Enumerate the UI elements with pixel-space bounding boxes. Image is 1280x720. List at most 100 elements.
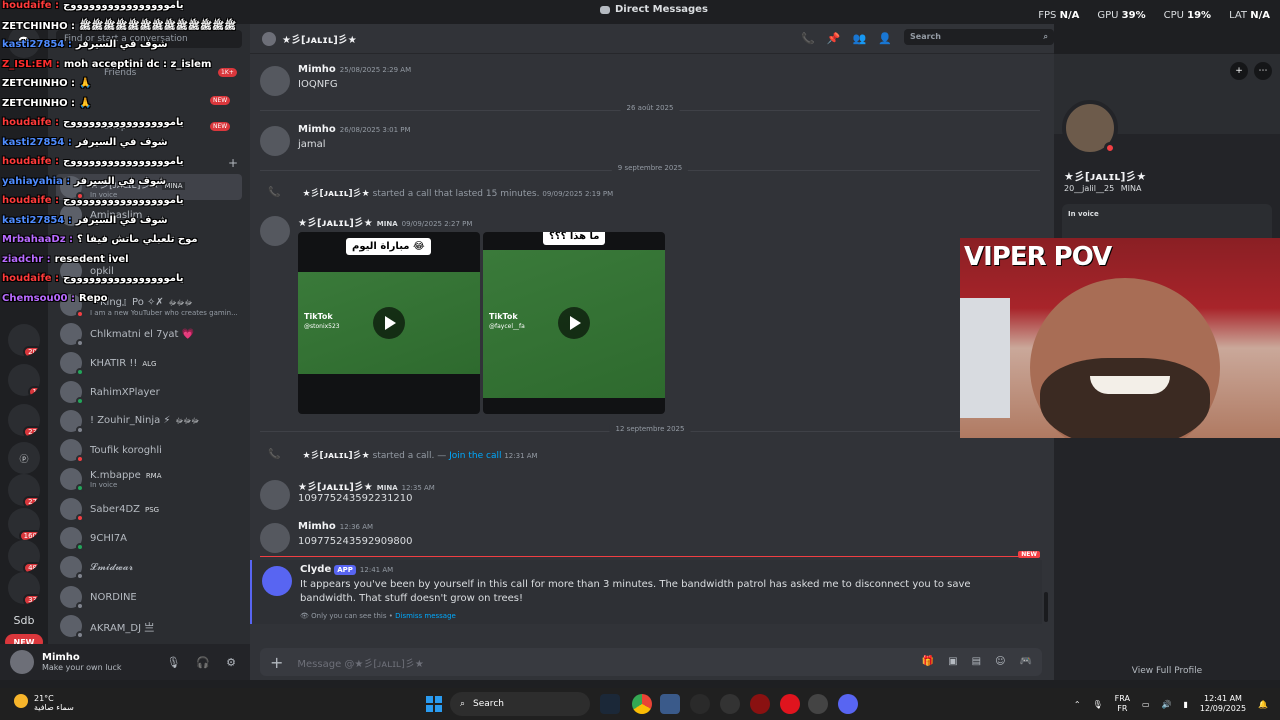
volume-icon[interactable]: 🔊 — [1162, 700, 1172, 709]
opera-gx-icon[interactable] — [750, 694, 770, 714]
discord-taskbar-icon[interactable] — [838, 694, 858, 714]
dm-sidebar: Find or start a conversation Friends 1K+… — [48, 24, 250, 680]
server-icon[interactable]: ⓟ — [8, 442, 40, 474]
server-icon[interactable]: 48 — [8, 540, 40, 572]
user-profile-icon[interactable]: 👤 — [878, 32, 892, 45]
avatar[interactable] — [260, 480, 290, 510]
profile-avatar[interactable] — [1062, 100, 1118, 156]
language-indicator[interactable]: FRA FR — [1115, 694, 1130, 714]
avatar — [262, 31, 276, 46]
home-button[interactable]: 💬 — [8, 26, 40, 58]
dm-item[interactable]: Saber4DZ PSG — [56, 496, 242, 522]
avatar[interactable] — [260, 126, 290, 156]
dm-item[interactable]: NORDINE — [56, 584, 242, 610]
dm-item[interactable]: RahimXPlayer — [56, 379, 242, 405]
play-icon[interactable] — [373, 307, 405, 339]
server-icon[interactable]: 20 — [8, 324, 40, 356]
dm-item[interactable]: K.mbappe RMA In voice — [56, 466, 242, 492]
date-divider: 26 août 2025 — [260, 104, 1040, 112]
server-icon[interactable]: 160 — [8, 508, 40, 540]
weather-sun-icon — [14, 694, 28, 708]
server-icon[interactable]: 23 — [8, 404, 40, 436]
opera-icon[interactable] — [780, 694, 800, 714]
join-call-link[interactable]: Join the call — [449, 451, 501, 461]
shop-link[interactable]: Shop — [104, 122, 127, 132]
window-title: Direct Messages — [600, 4, 708, 15]
dm-item[interactable]: 𝓛𝓶𝓲𝓭𝔀𝓪𝓻 — [56, 554, 242, 580]
avatar[interactable] — [260, 66, 290, 96]
server-folder-sdb[interactable]: Sdb — [8, 604, 40, 636]
voice-call-icon[interactable]: 📞 — [801, 32, 815, 45]
avatar[interactable] — [260, 216, 290, 246]
add-attachment-icon[interactable]: + — [270, 653, 283, 672]
avatar — [60, 410, 84, 434]
dm-item[interactable]: Chlkmatni el 7yat 💗 — [56, 321, 242, 347]
chat-area: ★彡[ᴊᴀʟɪʟ]彡★ 📞 📌 👥 👤 Search ⌕ Mimho 25/08/… — [250, 24, 1054, 680]
headphones-icon[interactable]: 🎧 — [196, 656, 210, 669]
video-attachment[interactable]: ما هذا ؟؟؟ TikTok @faycel__fa — [483, 232, 665, 414]
dm-item[interactable]: opkil — [56, 258, 242, 284]
dm-item[interactable]: Aminaslim — [56, 202, 242, 228]
performance-overlay: FPS N/A GPU 39% CPU 19% LAT N/A — [1038, 10, 1270, 21]
chatgpt-icon[interactable] — [690, 694, 710, 714]
weather-widget[interactable]: 21°C سماء صافية — [14, 694, 74, 712]
server-icon[interactable]: 27 — [8, 474, 40, 506]
sticker-icon[interactable]: ▤ — [972, 656, 981, 667]
chrome-icon[interactable] — [632, 694, 652, 714]
windows-start-icon[interactable] — [426, 696, 442, 712]
avatar — [60, 439, 84, 463]
dm-item[interactable]: 『King』Po ✧✗ ﷻﷻﷻ I am a new YouTuber who cr… — [56, 292, 242, 318]
steam-icon[interactable] — [600, 694, 620, 714]
clock[interactable]: 12:41 AM 12/09/2025 — [1200, 694, 1246, 714]
add-dm-icon[interactable]: + — [228, 156, 238, 170]
avatar — [60, 468, 84, 492]
network-icon[interactable]: ▭ — [1142, 700, 1150, 709]
gift-icon[interactable]: 🎁 — [922, 656, 934, 667]
dismiss-message-link[interactable]: Dismiss message — [395, 612, 456, 620]
microphone-icon[interactable]: 🎙 — [1093, 700, 1103, 709]
message: ★彡[ᴊᴀʟɪʟ]彡★ MINA 12:35 AM 1097752435922312… — [260, 478, 1040, 510]
add-friends-icon[interactable]: 👥 — [853, 32, 867, 45]
search-icon: ⌕ — [460, 699, 466, 709]
scrollbar[interactable] — [1044, 592, 1048, 622]
avatar[interactable] — [10, 650, 34, 674]
app-icon[interactable] — [808, 694, 828, 714]
battery-icon[interactable]: ▮ — [1184, 700, 1188, 709]
microphone-icon[interactable]: 🎙 — [166, 656, 180, 669]
server-icon[interactable]: 33 — [8, 572, 40, 604]
video-attachment[interactable]: مباراة اليوم 😂 TikTok @stonix523 — [298, 232, 480, 414]
gif-icon[interactable]: ▣ — [948, 656, 957, 667]
app-icon[interactable] — [720, 694, 740, 714]
play-icon[interactable] — [558, 307, 590, 339]
system-tray: ⌃ 🎙 FRA FR ▭ 🔊 ▮ 12:41 AM 12/09/2025 🔔 — [1074, 694, 1268, 714]
add-friend-icon[interactable]: + — [1230, 62, 1248, 80]
pin-icon[interactable]: 📌 — [827, 32, 841, 45]
clyde-avatar[interactable] — [262, 566, 292, 596]
notification-icon[interactable]: 🔔 — [1258, 700, 1268, 709]
avatar — [60, 294, 84, 318]
friends-badge: 1K+ — [218, 68, 237, 77]
dm-item-active-call[interactable]: ★彡[ᴊᴀʟɪʟ]彡★ MINA In voice — [56, 174, 242, 200]
dm-item[interactable]: 9CHI7A — [56, 525, 242, 551]
server-icon[interactable]: 1 — [8, 364, 40, 396]
apps-icon[interactable]: 🎮 — [1020, 656, 1032, 667]
message-composer[interactable]: + Message @★彡[ᴊᴀʟɪʟ]彡★ 🎁 ▣ ▤ ☺ 🎮 — [260, 648, 1042, 676]
avatar — [60, 204, 82, 226]
chevron-up-icon[interactable]: ⌃ — [1074, 700, 1081, 709]
more-options-icon[interactable]: ⋯ — [1254, 62, 1272, 80]
dm-item[interactable]: Toufik koroghli — [56, 437, 242, 463]
emoji-icon[interactable]: ☺ — [995, 656, 1005, 667]
friends-link[interactable]: Friends — [104, 68, 136, 78]
dm-item[interactable]: KHATIR !! ALG — [56, 350, 242, 376]
dm-item[interactable]: ! Zouhir_Ninja ⚡ ﷻﷻﷻ — [56, 408, 242, 434]
search-input[interactable]: Search ⌕ — [904, 29, 1054, 45]
avatar — [60, 586, 84, 610]
taskbar-search[interactable]: ⌕ Search — [450, 692, 590, 716]
settings-gear-icon[interactable]: ⚙ — [226, 656, 236, 669]
avatar[interactable] — [260, 523, 290, 553]
webcam-overlay: VIPER POV — [960, 238, 1280, 438]
app-icon[interactable] — [660, 694, 680, 714]
view-full-profile-link[interactable]: View Full Profile — [1054, 666, 1280, 676]
dm-item[interactable]: AKRAM_DJ 亗 — [56, 613, 242, 639]
find-conversation-input[interactable]: Find or start a conversation — [56, 30, 242, 48]
